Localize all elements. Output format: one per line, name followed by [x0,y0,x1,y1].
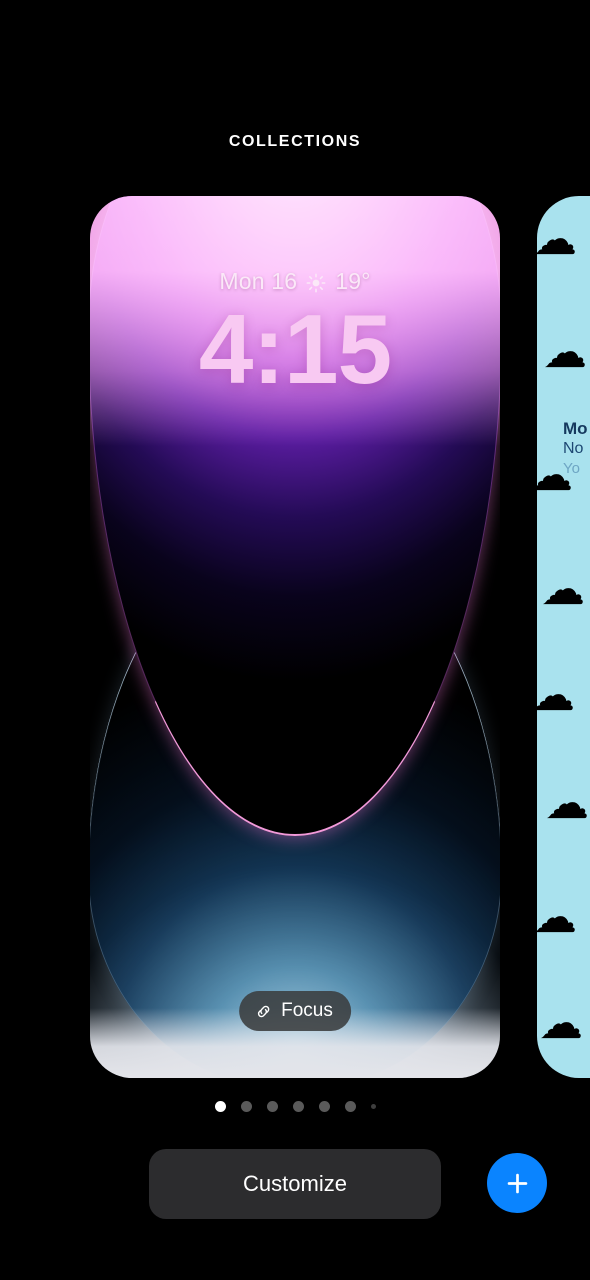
cloud-icon: ☁ [537,671,575,720]
page-dot-4[interactable] [292,1100,304,1112]
cloud-icon: ☁ [541,565,585,614]
plus-icon [504,1170,531,1197]
wallpaper-card-clouds[interactable]: ☁ ☁ ☁ ☁ ☁ ☁ ☁ ☁ Mo No Yo [537,196,590,1078]
customize-button[interactable]: Customize [149,1149,441,1219]
add-wallpaper-button[interactable] [487,1153,547,1213]
cloud-icon: ☁ [545,779,589,828]
wallpaper-carousel[interactable]: Mon 16 19° 4:15 Focus ☁ ☁ ☁ ☁ ☁ ☁ ☁ ☁ Mo… [0,196,590,1078]
page-title: COLLECTIONS [228,133,362,150]
notification-title: Mo [563,419,588,438]
cloud-icon: ☁ [537,893,577,942]
page-dot-5[interactable] [318,1100,330,1112]
lock-screen-gallery: COLLECTIONS Mon 16 19° 4:15 Focus ☁ ☁ ☁ … [0,0,590,1280]
page-dot-1[interactable] [214,1100,226,1112]
page-indicator[interactable] [0,1099,590,1113]
notification-body: Yo [563,459,580,477]
cloud-icon: ☁ [543,328,587,377]
cloud-icon: ☁ [539,999,583,1048]
page-dot-3[interactable] [266,1100,278,1112]
cloud-icon: ☁ [537,215,577,264]
focus-pill-label: Focus [281,1000,333,1021]
page-dot-6[interactable] [344,1100,356,1112]
bottom-action-bar: Customize [0,1149,590,1219]
focus-pill-button[interactable]: Focus [239,991,351,1031]
notification-subtitle: No [563,440,584,458]
page-dot-2[interactable] [240,1100,252,1112]
page-dot-7[interactable] [370,1103,376,1109]
wallpaper-card-sphere[interactable]: Mon 16 19° 4:15 Focus [90,196,500,1078]
link-icon [254,1002,273,1021]
notification-preview: Mo No Yo [563,418,588,478]
